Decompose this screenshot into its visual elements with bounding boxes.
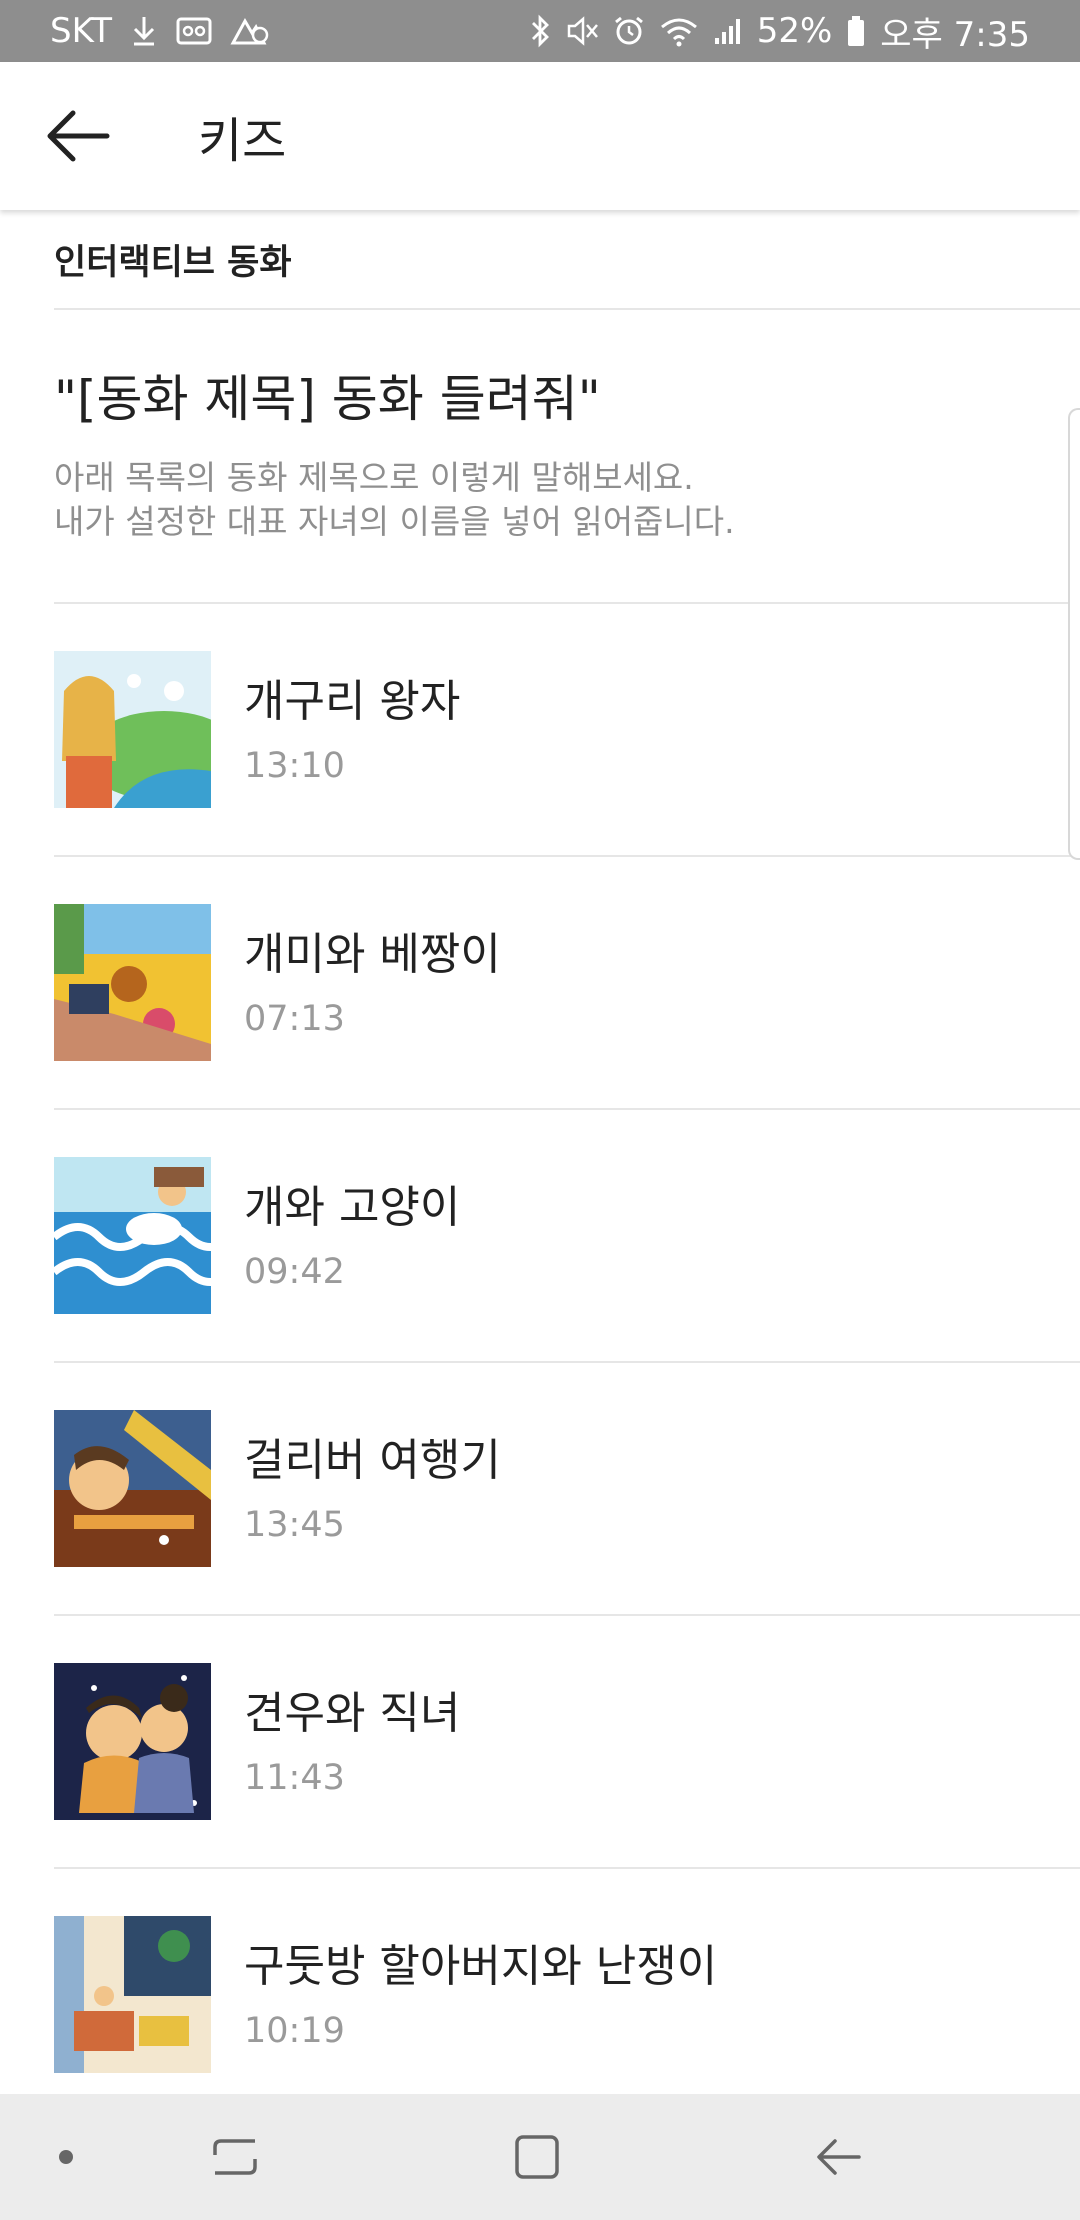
intro-title: "[동화 제목] 동화 들려줘" (54, 370, 601, 428)
nav-dot-button[interactable] (48, 2134, 84, 2180)
clock: 오후 7:35 (880, 14, 1030, 55)
story-title: 걸리버 여행기 (244, 1434, 501, 1486)
story-thumbnail (54, 1410, 211, 1567)
carrier-label: SKT (50, 11, 113, 51)
download-icon (130, 15, 158, 47)
story-list-item[interactable]: 걸리버 여행기 13:45 (54, 1363, 1080, 1616)
story-duration: 09:42 (244, 1251, 345, 1292)
story-duration: 10:19 (244, 2010, 345, 2051)
navigation-bar (0, 2094, 1080, 2220)
system-back-button[interactable] (804, 2124, 874, 2190)
story-thumbnail (54, 1916, 211, 2073)
bluetooth-icon (529, 14, 551, 48)
battery-icon (846, 15, 866, 47)
story-title: 개미와 베짱이 (244, 928, 501, 980)
back-button[interactable] (28, 86, 128, 186)
story-thumbnail (54, 1663, 211, 1820)
story-list-item[interactable]: 구둣방 할아버지와 난쟁이 10:19 (54, 1869, 1080, 2094)
recent-apps-button[interactable] (200, 2124, 270, 2190)
recent-apps-icon (213, 2139, 257, 2175)
content-scroll[interactable]: 인터랙티브 동화 "[동화 제목] 동화 들려줘" 아래 목록의 동화 제목으로… (0, 210, 1080, 2094)
story-title: 견우와 직녀 (244, 1687, 461, 1739)
alarm-icon (613, 15, 645, 47)
story-list-item[interactable]: 개구리 왕자 13:10 (54, 604, 1080, 857)
section-header: 인터랙티브 동화 (54, 210, 1080, 310)
page-title: 키즈 (198, 113, 287, 169)
story-title: 개와 고양이 (244, 1181, 461, 1233)
voicemail-icon (176, 16, 212, 46)
story-list-item[interactable]: 개와 고양이 09:42 (54, 1110, 1080, 1363)
story-thumbnail (54, 904, 211, 1061)
home-button[interactable] (502, 2122, 572, 2192)
dot-icon (59, 2150, 73, 2164)
story-duration: 13:45 (244, 1504, 345, 1545)
mute-icon (565, 15, 599, 47)
story-duration: 11:43 (244, 1757, 345, 1798)
arrow-left-icon (47, 110, 110, 162)
story-title: 구둣방 할아버지와 난쟁이 (244, 1940, 718, 1992)
intro-description: 아래 목록의 동화 제목으로 이렇게 말해보세요. 내가 설정한 대표 자녀의 … (54, 458, 735, 541)
edge-panel-handle[interactable] (1068, 408, 1080, 860)
story-thumbnail (54, 651, 211, 808)
intro-block: "[동화 제목] 동화 들려줘" 아래 목록의 동화 제목으로 이렇게 말해보세… (54, 310, 1080, 604)
story-list-item[interactable]: 견우와 직녀 11:43 (54, 1616, 1080, 1869)
signal-icon (713, 16, 743, 46)
story-list-item[interactable]: 개미와 베짱이 07:13 (54, 857, 1080, 1110)
story-thumbnail (54, 1157, 211, 1314)
story-duration: 13:10 (244, 745, 345, 786)
image-sync-icon (230, 15, 270, 47)
story-title: 개구리 왕자 (244, 675, 461, 727)
battery-percent: 52% (756, 11, 833, 51)
back-arrow-icon (817, 2139, 861, 2175)
wifi-icon (659, 15, 699, 47)
app-bar: 키즈 (0, 62, 1080, 210)
story-duration: 07:13 (244, 998, 345, 1039)
status-bar: SKT 52% 오후 7:35 (0, 0, 1080, 62)
home-square-icon (515, 2135, 559, 2179)
